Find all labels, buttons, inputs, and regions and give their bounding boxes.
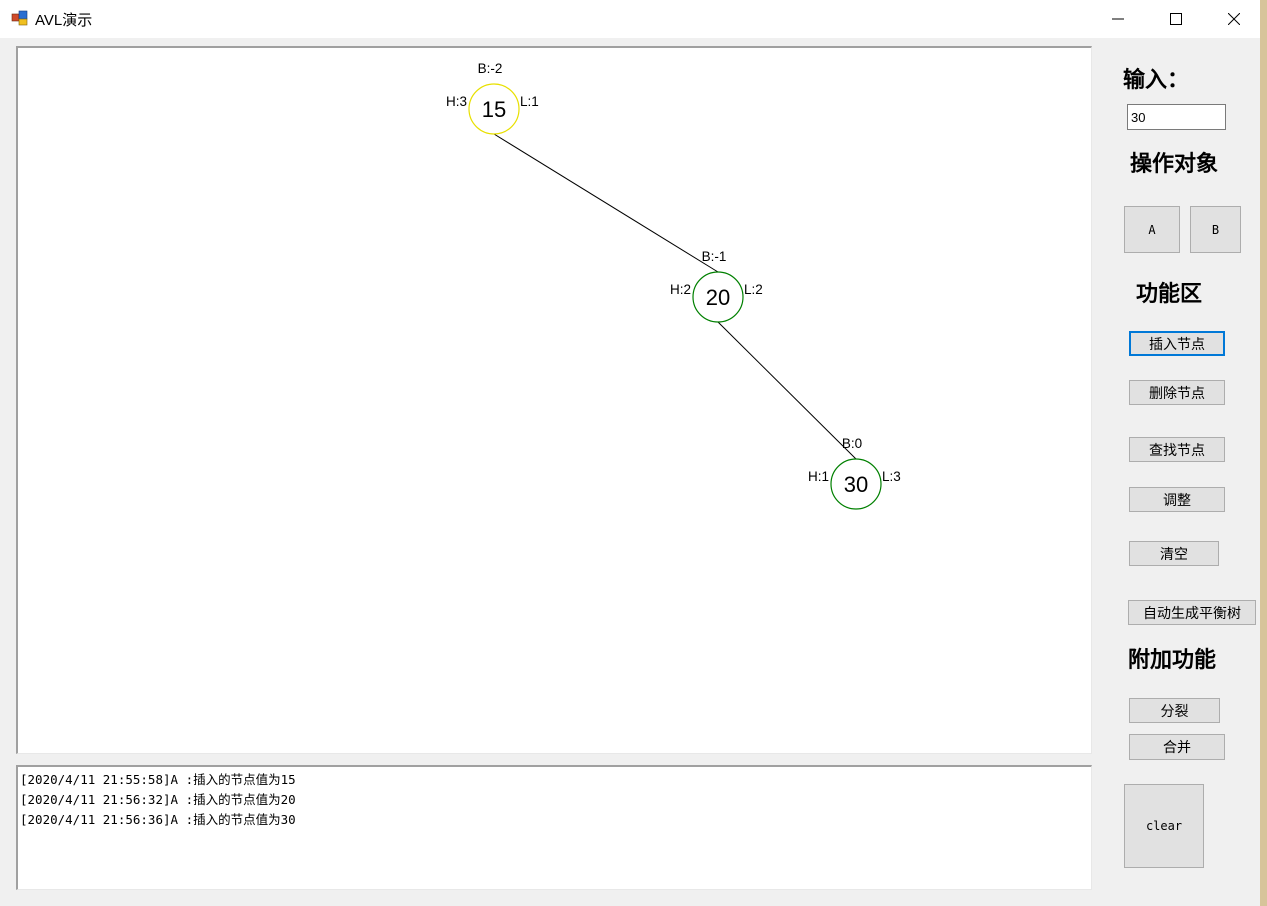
auto-balance-button[interactable]: 自动生成平衡树 xyxy=(1128,600,1256,625)
node-height: H:2 xyxy=(670,282,691,297)
log-line: [2020/4/11 21:55:58]A :插入的节点值为15 xyxy=(20,772,296,787)
minimize-button[interactable] xyxy=(1089,0,1147,38)
log-line: [2020/4/11 21:56:32]A :插入的节点值为20 xyxy=(20,792,296,807)
adjust-button[interactable]: 调整 xyxy=(1129,487,1225,512)
merge-button[interactable]: 合并 xyxy=(1129,734,1225,760)
app-window: AVL演示 15 B:-2 H:3 L:1 20 B:-1 H:2 L:2 30 B:0 H:1 L:… xyxy=(0,0,1261,906)
extra-heading: 附加功能 xyxy=(1128,647,1217,673)
input-heading: 输入： xyxy=(1123,67,1190,93)
tree-edge xyxy=(717,321,857,460)
maximize-button[interactable] xyxy=(1147,0,1205,38)
node-value: 15 xyxy=(482,97,506,122)
node-height: H:3 xyxy=(446,94,467,109)
clear-log-button[interactable]: clear xyxy=(1124,784,1204,868)
title-bar: AVL演示 xyxy=(0,0,1260,38)
node-level: L:3 xyxy=(882,469,901,484)
node-value: 20 xyxy=(706,285,730,310)
split-button[interactable]: 分裂 xyxy=(1129,698,1220,723)
delete-node-button[interactable]: 删除节点 xyxy=(1129,380,1225,405)
node-balance: B:-1 xyxy=(702,249,727,264)
window-title: AVL演示 xyxy=(35,12,93,29)
target-b-button[interactable]: B xyxy=(1190,206,1241,253)
function-heading: 功能区 xyxy=(1136,281,1203,307)
log-panel[interactable]: [2020/4/11 21:55:58]A :插入的节点值为15 [2020/4… xyxy=(16,765,1092,890)
insert-node-button[interactable]: 插入节点 xyxy=(1129,331,1225,356)
tree-canvas[interactable]: 15 B:-2 H:3 L:1 20 B:-1 H:2 L:2 30 B:0 H:1 L:3 xyxy=(16,46,1092,754)
target-heading: 操作对象 xyxy=(1130,151,1219,177)
log-line: [2020/4/11 21:56:36]A :插入的节点值为30 xyxy=(20,812,296,827)
target-a-button[interactable]: A xyxy=(1124,206,1180,253)
minimize-icon xyxy=(1112,18,1124,20)
node-balance: B:-2 xyxy=(478,61,503,76)
app-icon xyxy=(11,10,28,26)
node-height: H:1 xyxy=(808,469,829,484)
node-value: 30 xyxy=(844,472,868,497)
value-input[interactable] xyxy=(1127,104,1226,130)
tree-diagram: 15 B:-2 H:3 L:1 20 B:-1 H:2 L:2 30 B:0 H:1 L:3 xyxy=(446,61,901,510)
maximize-icon xyxy=(1170,13,1182,25)
node-level: L:1 xyxy=(520,94,539,109)
find-node-button[interactable]: 查找节点 xyxy=(1129,437,1225,462)
clear-tree-button[interactable]: 清空 xyxy=(1129,541,1219,566)
tree-edge xyxy=(493,133,719,273)
close-icon xyxy=(1228,13,1240,25)
node-level: L:2 xyxy=(744,282,763,297)
node-balance: B:0 xyxy=(842,436,862,451)
window-edge xyxy=(1260,0,1267,906)
close-button[interactable] xyxy=(1205,0,1263,38)
